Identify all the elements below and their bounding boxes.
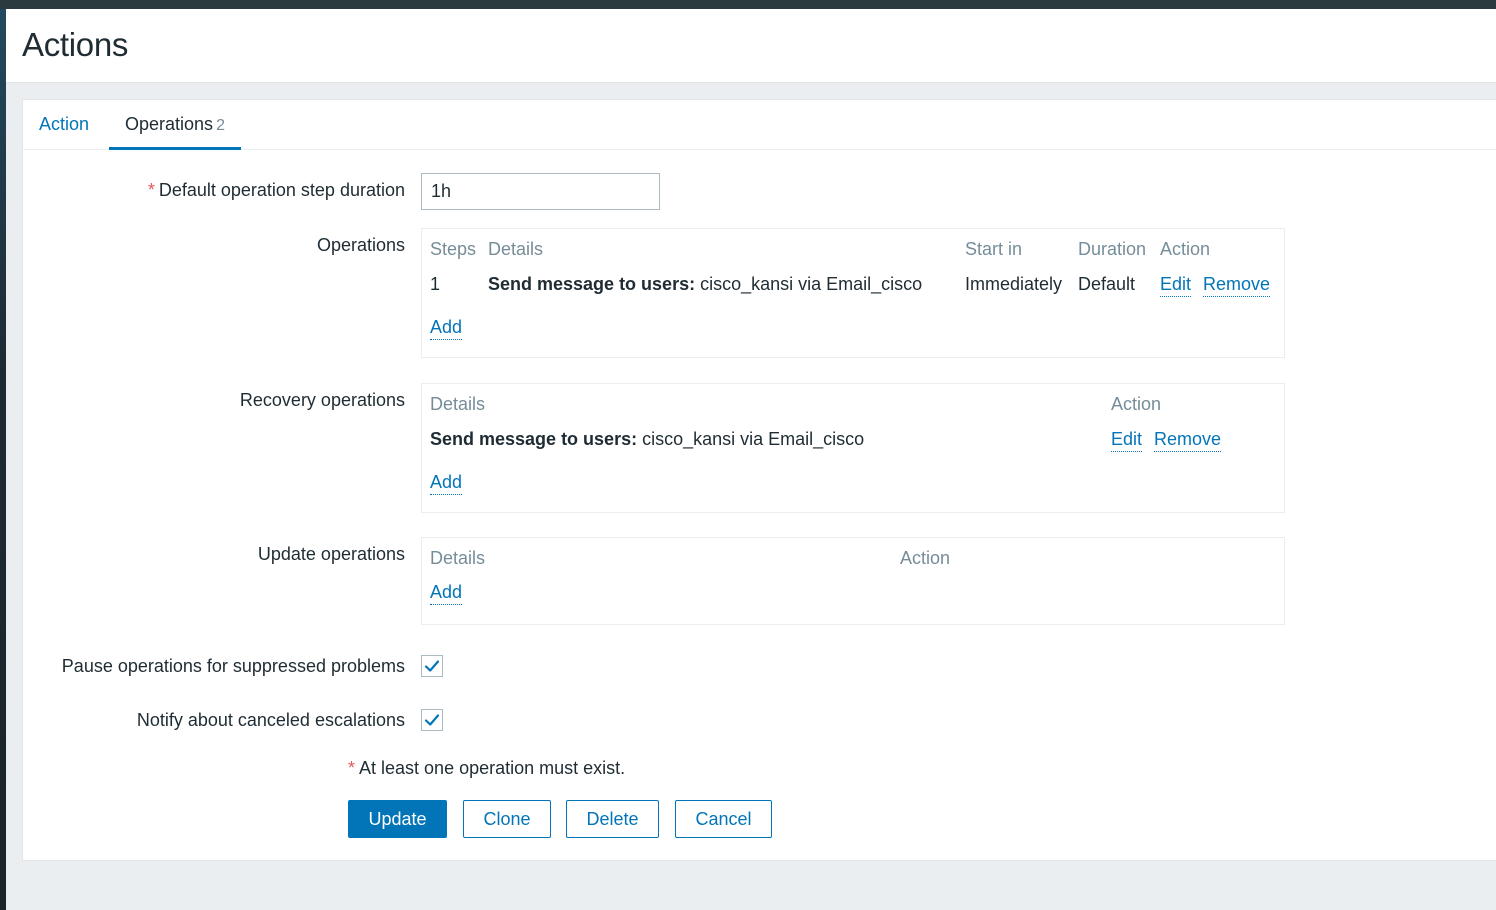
tab-action[interactable]: Action: [23, 100, 105, 148]
notify-canceled-checkbox[interactable]: [421, 709, 443, 731]
cancel-button[interactable]: Cancel: [675, 800, 772, 838]
update-operations-label: Update operations: [257, 544, 405, 564]
operations-table: Steps Details Start in Duration Action 1…: [421, 228, 1285, 358]
col-details: Details: [488, 239, 544, 259]
page-header: Actions: [6, 9, 1496, 83]
operation-details-type: Send message to users:: [488, 274, 696, 294]
tab-bar: Action Operations 2: [23, 100, 1496, 150]
recovery-operations-table: Details Action Send message to users: ci…: [421, 383, 1285, 513]
tab-operations-count: 2: [216, 117, 225, 134]
validation-note-text: At least one operation must exist.: [359, 758, 626, 778]
clone-button[interactable]: Clone: [463, 800, 551, 838]
update-col-details: Details: [430, 548, 486, 568]
pause-suppressed-checkbox[interactable]: [421, 655, 443, 677]
col-action: Action: [1160, 239, 1211, 259]
tab-action-label: Action: [39, 114, 90, 134]
top-bar: [0, 0, 1496, 9]
operation-remove-link[interactable]: Remove: [1203, 274, 1271, 297]
delete-button[interactable]: Delete: [566, 800, 659, 838]
recovery-details-type: Send message to users:: [430, 429, 638, 449]
update-col-action: Action: [900, 548, 951, 568]
step-duration-label: * Default operation step duration: [148, 180, 405, 201]
tab-operations-label: Operations: [125, 114, 214, 134]
col-duration: Duration: [1078, 239, 1147, 259]
update-add-link[interactable]: Add: [430, 582, 463, 605]
recovery-add-link[interactable]: Add: [430, 472, 463, 495]
recovery-operations-label: Recovery operations: [239, 390, 405, 410]
sidebar-edge: [0, 9, 6, 910]
action-form: Action Operations 2 * Default operation st…: [22, 99, 1496, 861]
pause-suppressed-label: Pause operations for suppressed problems: [61, 656, 405, 676]
recovery-col-action: Action: [1111, 394, 1162, 414]
operation-details-target: cisco_kansi via Email_cisco: [700, 274, 923, 294]
required-mark: *: [147, 180, 155, 200]
operations-add-link[interactable]: Add: [430, 317, 463, 340]
operation-start-in: Immediately: [965, 274, 1063, 294]
step-duration-label-text: Default operation step duration: [158, 180, 405, 200]
recovery-operation-details: Send message to users: cisco_kansi via E…: [430, 429, 864, 450]
operation-edit-link[interactable]: Edit: [1160, 274, 1192, 297]
operations-label: Operations: [316, 235, 405, 255]
step-duration-input[interactable]: [421, 173, 660, 210]
recovery-details-target: cisco_kansi via Email_cisco: [642, 429, 865, 449]
col-steps: Steps: [430, 239, 477, 259]
validation-note: * At least one operation must exist.: [348, 758, 625, 779]
recovery-remove-link[interactable]: Remove: [1154, 429, 1222, 452]
checkmark-icon: [424, 714, 440, 726]
recovery-col-details: Details: [430, 394, 486, 414]
operation-details: Send message to users: cisco_kansi via E…: [488, 274, 922, 295]
update-button[interactable]: Update: [348, 800, 447, 838]
recovery-edit-link[interactable]: Edit: [1111, 429, 1143, 452]
update-operations-table: Details Action Add: [421, 537, 1285, 625]
tab-operations[interactable]: Operations 2: [109, 100, 241, 150]
operation-step: 1: [430, 274, 441, 294]
required-mark: *: [348, 758, 356, 778]
operation-duration: Default: [1078, 274, 1136, 294]
page-title: Actions: [22, 26, 129, 63]
notify-canceled-label: Notify about canceled escalations: [136, 710, 405, 730]
checkmark-icon: [424, 660, 440, 672]
col-start-in: Start in: [965, 239, 1023, 259]
